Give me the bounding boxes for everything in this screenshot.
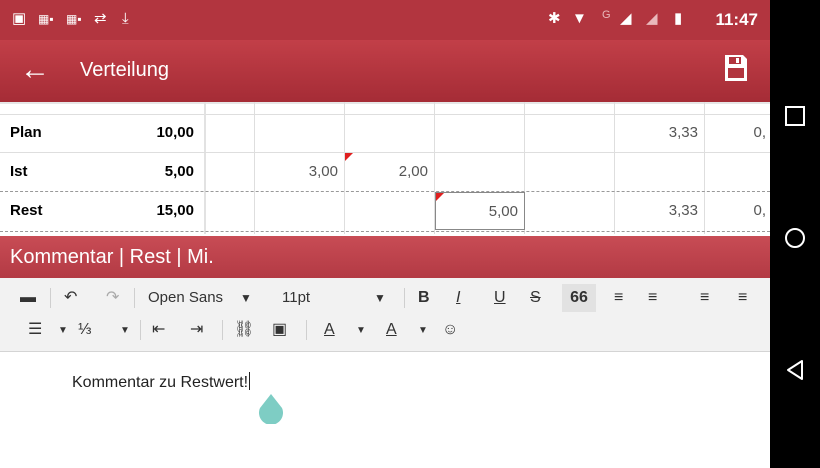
chevron-down-icon[interactable]: ▼	[58, 321, 68, 341]
editor-text-content: Kommentar zu Restwert!	[72, 374, 249, 391]
align-justify-icon[interactable]: ≡	[738, 288, 747, 308]
signal-empty-icon: ◢	[646, 10, 658, 27]
bold-button[interactable]: B	[418, 288, 430, 308]
image-notification-icon: ▣	[12, 10, 27, 27]
grid-cell[interactable]: 3,00	[254, 153, 338, 191]
cell-comment-marker	[436, 193, 444, 201]
back-icon[interactable]	[783, 358, 807, 382]
align-left-icon[interactable]: ≡	[614, 288, 623, 308]
download-icon: ⤓	[122, 10, 129, 27]
status-bar: ▣ ▦▪ ▦▪ ⇄ ⤓ ✱ ▼ G ◢ ◢ ▮ 11:47	[0, 0, 770, 40]
font-color-button[interactable]: A	[324, 320, 335, 340]
app-screen: ▣ ▦▪ ▦▪ ⇄ ⤓ ✱ ▼ G ◢ ◢ ▮ 11:47 ← Verteilu…	[0, 0, 770, 468]
comment-header: Kommentar | Rest | Mi.	[0, 236, 770, 278]
comment-editor[interactable]: Kommentar zu Restwert!	[0, 352, 770, 468]
grid-cell[interactable]: 0,	[704, 192, 766, 230]
cell-comment-marker	[345, 153, 353, 161]
emoji-icon[interactable]: ☺	[442, 320, 458, 340]
page-title: Verteilung	[80, 59, 169, 81]
link-icon[interactable]: ⛓	[234, 320, 254, 340]
grid-cell[interactable]: 0,	[704, 114, 766, 152]
chevron-down-icon[interactable]: ▼	[418, 321, 428, 341]
recents-icon[interactable]	[783, 104, 807, 128]
grid-cell[interactable]: 2,00	[344, 153, 428, 191]
editor-text[interactable]: Kommentar zu Restwert!	[72, 372, 251, 392]
redo-icon[interactable]: ↷	[106, 288, 119, 308]
indent-icon[interactable]: ⇥	[190, 320, 203, 340]
network-type-label: G	[602, 9, 611, 21]
font-family-select[interactable]: Open Sans	[148, 288, 223, 308]
print-icon[interactable]: ▬	[20, 288, 36, 308]
row-label: Ist	[10, 163, 28, 180]
chevron-down-icon[interactable]: ▼	[374, 288, 386, 308]
row-label: Rest	[10, 202, 43, 219]
align-right-icon[interactable]: ≡	[700, 288, 709, 308]
chevron-down-icon[interactable]: ▼	[240, 288, 252, 308]
row-total: 15,00	[156, 202, 194, 219]
save-icon[interactable]	[724, 54, 748, 82]
outdent-icon[interactable]: ⇤	[152, 320, 165, 340]
underline-button[interactable]: U	[494, 288, 506, 308]
signal-icon: ◢	[620, 10, 632, 27]
sync-icon: ⇄	[94, 10, 107, 27]
table-row-plan[interactable]: Plan 10,00 3,33 0,	[0, 114, 770, 152]
undo-icon[interactable]: ↶	[64, 288, 77, 308]
home-icon[interactable]	[783, 226, 807, 250]
row-total: 5,00	[164, 163, 194, 180]
wifi-icon: ▼	[572, 10, 587, 27]
bullet-list-icon[interactable]: ☰	[28, 320, 42, 340]
chevron-down-icon[interactable]: ▼	[120, 321, 130, 341]
font-size-select[interactable]: 11pt	[282, 288, 310, 308]
grid-cell: 5,00	[488, 203, 518, 220]
bluetooth-icon: ✱	[548, 10, 561, 27]
app-bar: ← Verteilung	[0, 40, 770, 102]
row-label: Plan	[10, 124, 42, 141]
table-row-ist[interactable]: Ist 5,00 3,00 2,00	[0, 153, 770, 191]
chevron-down-icon[interactable]: ▼	[356, 321, 366, 341]
text-cursor	[249, 372, 251, 390]
office-notification-icon: ▦▪	[38, 12, 54, 26]
image-icon[interactable]: ▣	[272, 320, 287, 340]
selected-cell[interactable]: 5,00	[435, 192, 525, 230]
grid-cell[interactable]: 3,33	[614, 114, 698, 152]
row-total: 10,00	[156, 124, 194, 141]
strikethrough-button[interactable]: S	[530, 288, 541, 308]
numbered-list-icon[interactable]: ⅓	[78, 320, 91, 340]
arrow-left-icon[interactable]: ←	[20, 52, 50, 88]
align-center-icon[interactable]: ≡	[648, 288, 657, 308]
office-notification-icon: ▦▪	[66, 12, 82, 26]
editor-toolbar: ▬ ↶ ↷ Open Sans ▼ 11pt ▼ B I U S 66 ≡ ≡ …	[0, 278, 770, 352]
table-row-rest[interactable]: Rest 15,00 5,00 3,33 0,	[0, 192, 770, 230]
grid-cell[interactable]: 3,33	[614, 192, 698, 230]
background-color-button[interactable]: A	[386, 320, 397, 340]
text-selection-handle[interactable]	[258, 394, 284, 424]
blockquote-button[interactable]: 66	[562, 284, 596, 312]
navigation-bar	[770, 0, 820, 468]
italic-button[interactable]: I	[456, 288, 460, 308]
battery-icon: ▮	[674, 10, 683, 27]
distribution-grid: Plan 10,00 3,33 0, Ist 5,00 3,00 2,00 Re…	[0, 102, 770, 234]
clock: 11:47	[715, 10, 758, 29]
